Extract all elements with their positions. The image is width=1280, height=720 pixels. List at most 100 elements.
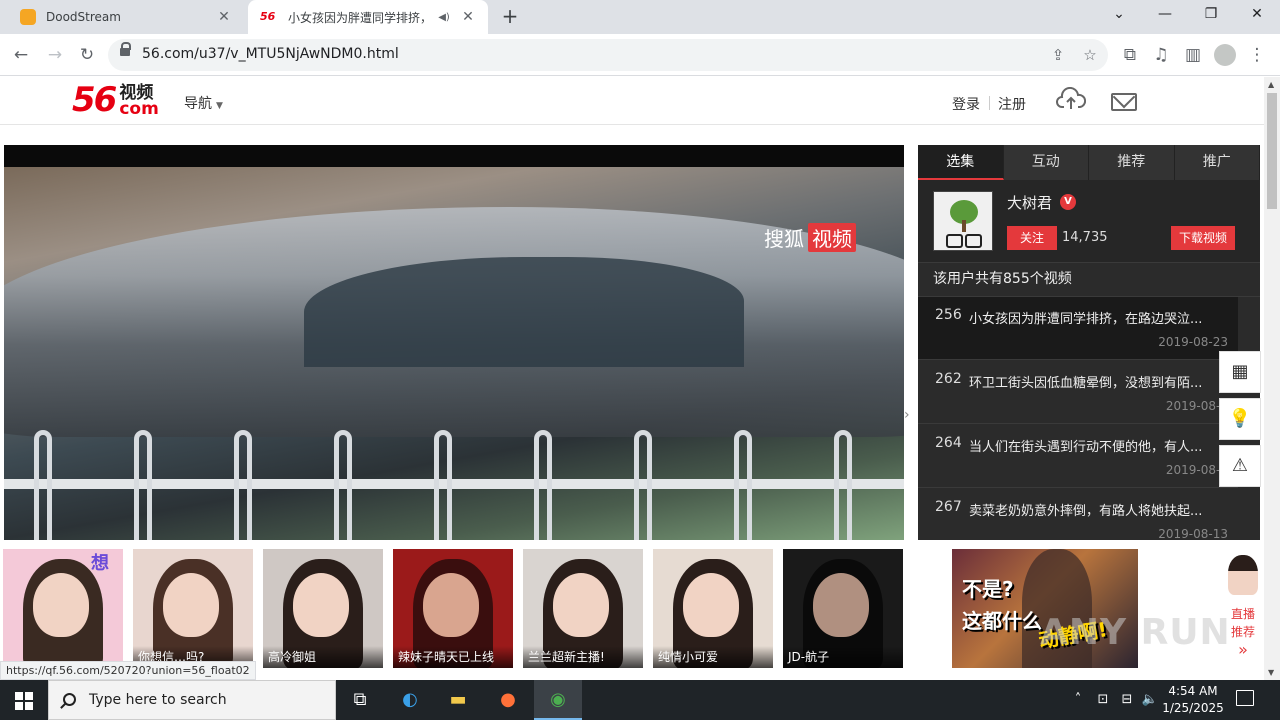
thumbnail-caption: 辣妹子晴天已上线 [393, 646, 513, 668]
bookmark-star-icon[interactable]: ☆ [1078, 43, 1102, 67]
episode-item[interactable]: 256 小女孩因为胖遭同学排挤，在路边哭泣... 2019-08-23 [918, 297, 1238, 360]
collapse-panel-chevron-icon[interactable]: › [904, 407, 918, 423]
live-thumbnail[interactable]: 高冷御姐 [263, 549, 383, 668]
report-warning-icon[interactable]: ⚠ [1219, 445, 1261, 487]
tab-56-video[interactable]: 56 小女孩因为胖遭同学排挤， ◀) ✕ [248, 0, 488, 34]
media-control-icon[interactable]: ♫ [1146, 40, 1176, 70]
live-host-avatar [1228, 555, 1258, 595]
audio-playing-icon[interactable]: ◀) [436, 12, 452, 23]
lightbulb-icon[interactable]: 💡 [1219, 398, 1261, 440]
episode-title: 环卫工街头因低血糖晕倒，没想到有陌... [969, 376, 1203, 391]
share-icon[interactable]: ⇪ [1046, 43, 1070, 67]
profile-avatar-icon[interactable] [1214, 44, 1236, 66]
taskbar-search-box[interactable]: Type here to search [48, 680, 336, 720]
live-thumbnail[interactable]: 你想信…吗? [133, 549, 253, 668]
caret-down-icon: ▼ [216, 101, 223, 111]
live-thumbnail[interactable]: 辣妹子晴天已上线 [393, 549, 513, 668]
episode-item[interactable]: 262 环卫工街头因低血糖晕倒，没想到有陌... 2019-08-2 [918, 361, 1238, 424]
edge-icon[interactable]: ◐ [386, 680, 434, 720]
restore-button[interactable]: ❐ [1188, 0, 1234, 30]
live-thumbnail[interactable]: 兰兰超新主播! [523, 549, 643, 668]
logo-text-bottom: com [119, 99, 159, 119]
site-logo[interactable]: 56 视频 com [72, 80, 159, 120]
qr-code-icon[interactable]: ▦ [1219, 351, 1261, 393]
firefox-icon[interactable]: ● [484, 680, 532, 720]
forward-arrow-icon[interactable]: → [40, 40, 70, 70]
scrollbar-thumb[interactable] [1267, 93, 1277, 209]
thumbnail-caption: 纯情小可爱 [653, 646, 773, 668]
episode-title: 小女孩因为胖遭同学排挤，在路边哭泣... [969, 312, 1203, 327]
address-bar[interactable]: 56.com/u37/v_MTU5NjAwNDM0.html ⇪ ☆ [108, 39, 1108, 71]
mail-icon[interactable] [1111, 93, 1137, 111]
follow-button[interactable]: 关注 [1007, 226, 1057, 250]
chrome-icon[interactable]: ◉ [534, 680, 582, 720]
tab-title: DoodStream [46, 10, 121, 24]
divider [989, 96, 990, 110]
live-thumbnail[interactable]: 想 [3, 549, 123, 668]
episode-title: 当人们在街头遇到行动不便的他，有人... [969, 440, 1203, 455]
minimize-button[interactable]: — [1142, 0, 1188, 30]
url-text[interactable]: 56.com/u37/v_MTU5NjAwNDM0.html [142, 46, 399, 62]
login-link[interactable]: 登录 [952, 94, 980, 114]
thumbnail-overlay-text: 想 [91, 553, 109, 574]
taskbar-clock[interactable]: 4:54 AM 1/25/2025 [1158, 683, 1228, 717]
logo-number: 56 [72, 80, 117, 120]
upload-cloud-icon[interactable] [1056, 87, 1086, 111]
extensions-puzzle-icon[interactable]: ⧉ [1115, 40, 1145, 70]
tray-chevron-icon[interactable]: ˄ [1068, 680, 1088, 720]
download-video-button[interactable]: 下载视频 [1171, 226, 1235, 250]
live-thumbnail[interactable]: 纯情小可爱 [653, 549, 773, 668]
episode-side-panel: 选集 互动 推荐 推广 大树君 V 关注 14,735 下载视频 该用户共有85… [918, 145, 1260, 540]
reload-icon[interactable]: ↻ [72, 40, 102, 70]
episode-date: 2019-08-23 [1158, 335, 1228, 349]
network-icon[interactable]: ⊟ [1116, 680, 1138, 720]
verified-badge-icon: V [1060, 194, 1076, 210]
register-link[interactable]: 注册 [998, 94, 1026, 114]
tab-episodes[interactable]: 选集 [918, 145, 1004, 180]
floating-toolbar: ▦ 💡 ⚠ [1219, 351, 1261, 492]
page-scrollbar[interactable]: ▲ ▼ [1264, 77, 1280, 680]
scroll-down-icon[interactable]: ▼ [1268, 668, 1274, 677]
windows-taskbar: Type here to search ⧉ ◐ ▬ ● ◉ ˄ ⊡ ⊟ 🔈 4:… [0, 680, 1280, 720]
meet-now-icon[interactable]: ⊡ [1093, 680, 1113, 720]
tab-interact[interactable]: 互动 [1004, 145, 1089, 180]
windows-start-icon[interactable] [0, 680, 48, 720]
search-icon [63, 693, 76, 706]
anyrun-watermark: ANY RUN [1040, 612, 1231, 653]
episode-date: 2019-08-13 [1158, 527, 1228, 540]
episode-item[interactable]: 264 当人们在街头遇到行动不便的他，有人... 2019-08-1 [918, 425, 1238, 488]
close-tab-icon[interactable]: ✕ [456, 9, 480, 25]
volume-icon[interactable]: 🔈 [1140, 680, 1160, 720]
task-view-icon[interactable]: ⧉ [336, 680, 384, 720]
close-window-button[interactable]: ✕ [1234, 0, 1280, 30]
clock-time: 4:54 AM [1168, 684, 1218, 698]
tab-title: 小女孩因为胖遭同学排挤， [288, 10, 433, 25]
tab-search-icon[interactable]: ⌄ [1096, 0, 1142, 30]
browser-tab-bar: DoodStream ✕ 56 小女孩因为胖遭同学排挤， ◀) ✕ + ⌄ — … [0, 0, 1280, 34]
episode-item[interactable]: 267 卖菜老奶奶意外摔倒，有路人将她扶起... 2019-08-13 [918, 489, 1238, 540]
lock-icon[interactable] [120, 42, 131, 59]
episode-number: 267 [935, 499, 962, 515]
live-thumbnail[interactable]: JD-航子 [783, 549, 903, 668]
close-tab-icon[interactable]: ✕ [212, 9, 236, 25]
episode-list: 256 小女孩因为胖遭同学排挤，在路边哭泣... 2019-08-23 262 … [918, 297, 1260, 540]
video-player[interactable]: 搜狐 视频 [4, 145, 904, 540]
video-scene-fence [4, 417, 904, 540]
side-panel-tabs: 选集 互动 推荐 推广 [918, 145, 1260, 180]
thumbnail-caption: 高冷御姐 [263, 646, 383, 668]
uploader-avatar[interactable] [933, 191, 993, 251]
uploader-name[interactable]: 大树君 [1007, 192, 1052, 213]
video-frame[interactable]: 搜狐 视频 [4, 167, 904, 540]
scroll-up-icon[interactable]: ▲ [1268, 80, 1274, 89]
menu-kebab-icon[interactable]: ⋮ [1242, 40, 1272, 70]
new-tab-button[interactable]: + [498, 4, 522, 28]
back-arrow-icon[interactable]: ← [6, 40, 36, 70]
file-explorer-icon[interactable]: ▬ [434, 680, 482, 720]
nav-menu-button[interactable]: 导航 ▼ [184, 93, 223, 113]
side-panel-icon[interactable]: ▥ [1178, 40, 1208, 70]
tab-doodstream[interactable]: DoodStream ✕ [8, 0, 244, 34]
notification-icon[interactable] [1236, 690, 1254, 706]
nav-label: 导航 [184, 96, 212, 112]
tab-recommend[interactable]: 推荐 [1089, 145, 1175, 180]
tab-promote[interactable]: 推广 [1175, 145, 1260, 180]
